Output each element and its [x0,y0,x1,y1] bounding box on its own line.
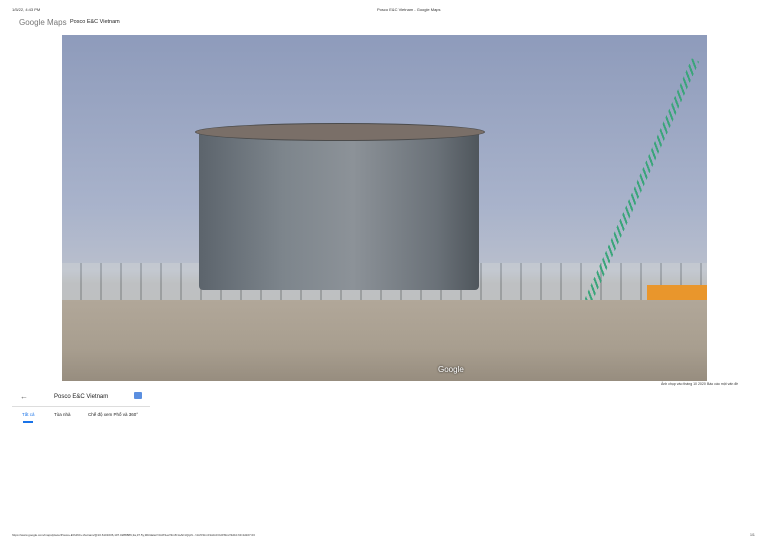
print-datetime: 1/5/22, 4:43 PM [12,7,41,12]
tab-all[interactable]: Tất cả [22,412,35,417]
tab-building[interactable]: Tòa nhà [54,412,71,417]
page-number: 1/1 [750,533,755,537]
storage-tank [199,130,479,290]
active-tab-indicator [23,421,33,423]
photo-credit: Ảnh chụp vào tháng 10 2020 [661,382,706,386]
google-maps-logo[interactable]: Google Maps [19,18,67,27]
tab-street-view[interactable]: Chế độ xem Phố và 360° [88,412,138,417]
photo-gallery-icon[interactable] [134,392,142,399]
panel-title: Posco E&C Vietnam [54,394,109,400]
ground [62,300,707,381]
google-watermark: Google [438,365,464,374]
divider [12,406,150,407]
tank-roof [195,123,485,141]
street-view-photo[interactable]: Google [62,35,707,381]
report-problem-link[interactable]: Báo cáo một vấn đề [707,382,738,386]
print-url: https://www.google.com/maps/place/Posco+… [12,533,255,537]
back-arrow-icon[interactable]: ← [20,392,28,401]
place-name: Posco E&C Vietnam [70,19,120,25]
print-title: Posco E&C Vietnam - Google Maps [377,7,441,12]
